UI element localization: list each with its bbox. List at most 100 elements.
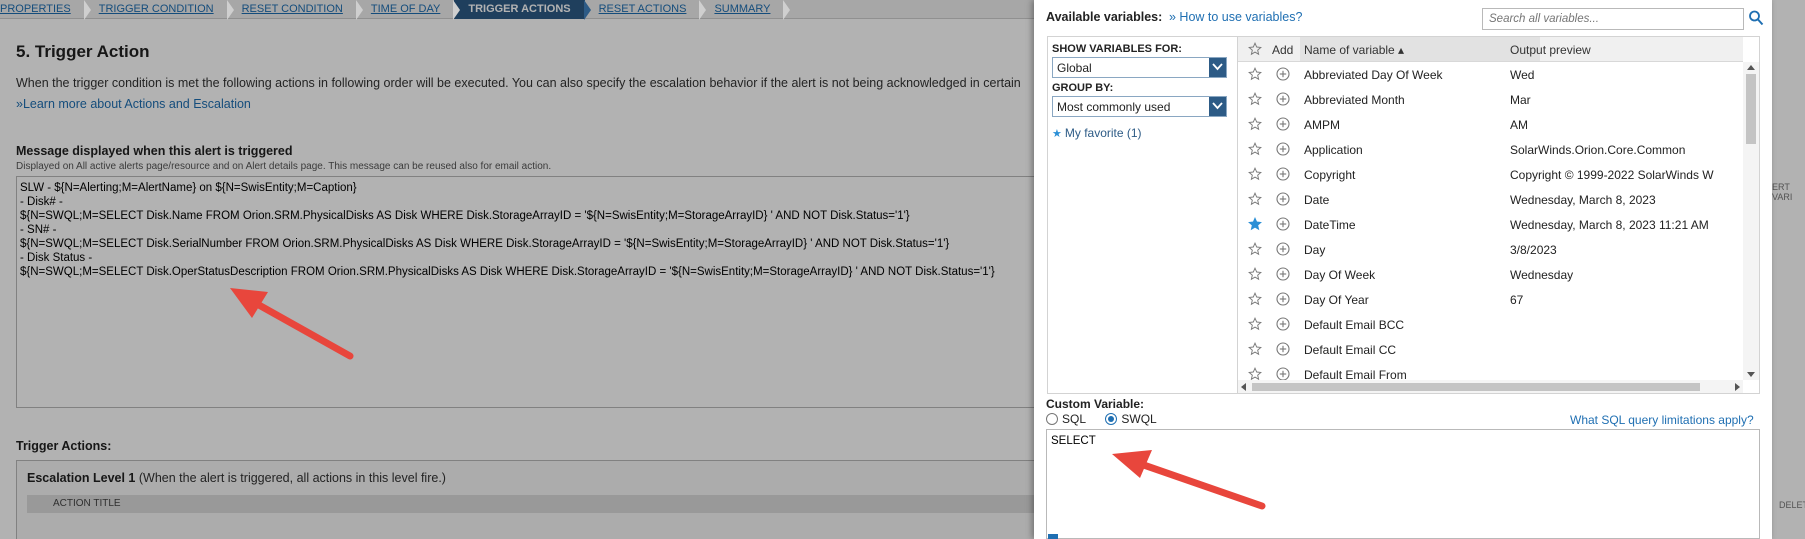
variable-preview: SolarWinds.Orion.Core.Common [1510,143,1686,157]
variable-name: DateTime [1304,218,1356,232]
star-icon[interactable] [1248,367,1262,381]
show-variables-for-label: SHOW VARIABLES FOR: [1052,43,1182,55]
variable-row[interactable]: Default Email BCC [1238,312,1743,337]
message-line: ${N=SWQL;M=SELECT Disk.SerialNumber FROM… [20,238,950,250]
variable-row[interactable]: Day Of Week Wednesday [1238,262,1743,287]
variable-row[interactable]: Default Email CC [1238,337,1743,362]
star-icon[interactable] [1248,267,1262,281]
add-circle-icon[interactable] [1276,267,1290,281]
wizard-step-reset-condition[interactable]: RESET CONDITION [228,0,364,20]
message-line: ${N=SWQL;M=SELECT Disk.OperStatusDescrip… [20,266,995,278]
add-circle-icon[interactable] [1276,117,1290,131]
delete-link-partial[interactable]: DELETE [1779,500,1805,510]
star-icon[interactable] [1248,67,1262,81]
add-circle-icon[interactable] [1276,67,1290,81]
page-title: 5. Trigger Action [16,42,150,61]
scroll-right-icon[interactable] [1735,383,1740,391]
wizard-step-properties[interactable]: PROPERTIES [0,0,91,20]
add-circle-icon[interactable] [1276,167,1290,181]
add-circle-icon[interactable] [1276,367,1290,381]
add-circle-icon[interactable] [1276,292,1290,306]
wizard-step-summary[interactable]: SUMMARY [700,0,791,20]
available-variables-label: Available variables: [1046,10,1163,24]
variable-name: Abbreviated Month [1304,93,1405,107]
wizard-step-time-of-day[interactable]: TIME OF DAY [357,0,461,20]
variable-preview: Copyright © 1999-2022 SolarWinds W [1510,168,1714,182]
add-circle-icon[interactable] [1276,217,1290,231]
variable-row[interactable]: AMPM AM [1238,112,1743,137]
variable-row[interactable]: Date Wednesday, March 8, 2023 [1238,187,1743,212]
chevron-down-icon[interactable] [1209,97,1226,116]
variable-row[interactable]: Copyright Copyright © 1999-2022 SolarWind… [1238,162,1743,187]
checkbox-partial[interactable] [1048,534,1058,539]
show-variables-for-value: Global [1057,61,1092,75]
escalation-level-name: Escalation Level 1 [27,471,136,485]
escalation-title: Escalation Level 1 (When the alert is tr… [27,471,446,485]
variable-rows: Abbreviated Day Of Week Wed Abbreviated Mo… [1238,62,1743,387]
star-icon[interactable] [1248,167,1262,181]
chevron-down-icon[interactable] [1209,58,1226,77]
star-icon[interactable] [1248,342,1262,356]
variable-row[interactable]: DateTime Wednesday, March 8, 2023 11:21 A… [1238,212,1743,237]
sql-radio[interactable]: SQL [1046,412,1086,426]
insert-variable-link-partial[interactable]: ERT VARI [1772,182,1805,202]
variable-preview: AM [1510,118,1528,132]
scroll-up-icon[interactable] [1747,65,1755,70]
group-by-select[interactable]: Most commonly used [1052,96,1227,117]
search-icon[interactable] [1748,9,1766,29]
star-icon[interactable] [1248,317,1262,331]
star-icon[interactable] [1248,142,1262,156]
my-favorite-group[interactable]: ★ My favorite (1) [1052,126,1142,140]
search-variables-input[interactable] [1483,9,1743,29]
variable-row[interactable]: Application SolarWinds.Orion.Core.Common [1238,137,1743,162]
star-icon[interactable] [1248,92,1262,106]
sql-limitations-link[interactable]: What SQL query limitations apply? [1570,413,1754,427]
vertical-scrollbar[interactable] [1743,62,1759,380]
alert-message-textarea[interactable]: SLW - ${N=Alerting;M=AlertName} on ${N=S… [16,176,1046,408]
star-icon: ★ [1052,128,1062,140]
name-column-header[interactable]: Name of variable ▴ [1300,37,1540,61]
sql-radio-label: SQL [1062,412,1087,426]
star-icon[interactable] [1248,117,1262,131]
learn-more-link[interactable]: »Learn more about Actions and Escalation [16,97,251,111]
variable-preview: 67 [1510,293,1524,307]
variable-preview: Wednesday, March 8, 2023 11:21 AM [1510,218,1709,232]
custom-variable-textarea[interactable] [1046,429,1760,539]
wizard-step-trigger-condition[interactable]: TRIGGER CONDITION [85,0,234,20]
favorite-column-star-icon[interactable] [1248,42,1262,59]
add-circle-icon[interactable] [1276,317,1290,331]
variable-preview: 3/8/2023 [1510,243,1557,257]
horizontal-scrollbar[interactable] [1238,380,1743,393]
message-sublabel: Displayed on All active alerts page/reso… [16,161,552,172]
star-icon[interactable] [1248,192,1262,206]
how-to-use-variables-link[interactable]: » How to use variables? [1169,10,1302,24]
horizontal-scroll-thumb[interactable] [1252,383,1700,391]
preview-column-header: Output preview [1510,43,1591,57]
scroll-down-icon[interactable] [1747,372,1755,377]
variable-row[interactable]: Abbreviated Month Mar [1238,87,1743,112]
add-circle-icon[interactable] [1276,342,1290,356]
star-filled-icon[interactable] [1248,217,1262,231]
add-circle-icon[interactable] [1276,242,1290,256]
variable-row[interactable]: Day Of Year 67 [1238,287,1743,312]
radio-checked-icon [1105,413,1118,425]
wizard-step-trigger-actions[interactable]: TRIGGER ACTIONS [454,0,591,20]
star-icon[interactable] [1248,242,1262,256]
variable-name: Day [1304,243,1326,257]
group-by-value: Most commonly used [1057,100,1171,114]
variable-preview: Wed [1510,68,1535,82]
show-variables-for-select[interactable]: Global [1052,57,1227,78]
variable-preview: Wednesday, March 8, 2023 [1510,193,1656,207]
scroll-left-icon[interactable] [1241,383,1246,391]
variable-row[interactable]: Abbreviated Day Of Week Wed [1238,62,1743,87]
star-icon[interactable] [1248,292,1262,306]
add-circle-icon[interactable] [1276,142,1290,156]
swql-radio[interactable]: SWQL [1105,412,1157,426]
vertical-scroll-thumb[interactable] [1746,74,1756,144]
add-circle-icon[interactable] [1276,192,1290,206]
add-circle-icon[interactable] [1276,92,1290,106]
wizard-step-reset-actions[interactable]: RESET ACTIONS [585,0,707,20]
variable-row[interactable]: Day 3/8/2023 [1238,237,1743,262]
variable-name: Day Of Week [1304,268,1376,282]
message-line: - SN# - [20,224,57,236]
